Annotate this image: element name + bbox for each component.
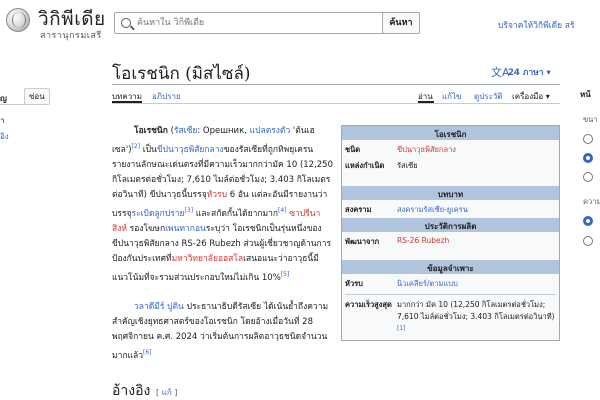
- toc-divider: [0, 104, 46, 105]
- page-title: โอเรชนิก (มิสไซล์): [112, 64, 251, 84]
- link-warhead[interactable]: หัวรบ: [207, 190, 227, 200]
- link-putin[interactable]: วลาดีมีร์ ปูติน: [134, 302, 184, 312]
- infobox-row-speed: ความเร็วสูงสุด มากกว่า มัค 10 (12,250 กิ…: [342, 297, 559, 340]
- ref-1[interactable]: [1]: [397, 325, 406, 332]
- text: เป็น: [140, 144, 157, 155]
- ref-5[interactable]: [5]: [281, 271, 290, 278]
- logo-subtitle: สารานุกรมเสรี: [40, 31, 102, 41]
- link-irbm[interactable]: ขีปนาวุธพิสัยกลาง: [157, 145, 224, 155]
- infobox-label: สงคราม: [345, 205, 372, 214]
- infobox-section-service: บทบาท: [342, 186, 559, 200]
- link-literal[interactable]: แปลตรงตัว: [250, 126, 291, 136]
- title-divider: [112, 84, 560, 85]
- infobox-row-developed: พัฒนาจาก RS-26 Rubezh: [342, 234, 559, 260]
- infobox-row-war: สงคราม สงครามรัสเซีย-ยูเครน: [342, 202, 559, 218]
- intro-paragraph: โอเรชนิก (รัสเซีย: Орешник, แปลตรงตัว 'ต…: [112, 124, 334, 285]
- language-button[interactable]: 24 ภาษา ▾: [508, 65, 551, 79]
- text: รองโฆษก: [126, 223, 166, 234]
- text-size-radio-small[interactable]: [583, 134, 593, 144]
- link-russian[interactable]: รัสเซีย: [174, 126, 197, 136]
- search-input[interactable]: [137, 15, 377, 31]
- link-cluster-bomb[interactable]: ระเบิดลูกปราย: [132, 209, 185, 219]
- tab-talk[interactable]: อภิปราย: [152, 90, 181, 103]
- text-size-radio-large[interactable]: [583, 172, 593, 182]
- infobox-link-war[interactable]: สงครามรัสเซีย-ยูเครน: [397, 204, 556, 216]
- link-oslo-university[interactable]: มหาวิทยาลัยออสโล: [172, 254, 243, 264]
- text: : Орешник,: [197, 126, 250, 136]
- appearance-heading: หน้: [580, 90, 591, 99]
- infobox-row-origin: แหล่งกำเนิด รัสเซีย: [342, 158, 559, 186]
- putin-paragraph: วลาดีมีร์ ปูติน ประธานาธิบดีรัสเซีย ได้เ…: [112, 300, 334, 364]
- ref-4[interactable]: [4]: [278, 207, 287, 214]
- infobox-link-type[interactable]: ขีปนาวุธพิสัยกลาง: [397, 144, 556, 156]
- tab-edit[interactable]: แก้ไข: [442, 90, 462, 103]
- tab-tools[interactable]: เครื่องมือ ▾: [512, 90, 550, 103]
- references-heading: อ้างอิง: [112, 383, 151, 399]
- infobox-label: แหล่งกำเนิด: [345, 161, 385, 170]
- infobox-label: หัวรบ: [345, 279, 363, 288]
- infobox-row-warhead: หัวรบ นิวเคลียร์/ตามแบบ: [342, 276, 559, 292]
- subject-bold: โอเรชนิก: [134, 126, 168, 136]
- infobox-title: โอเรชนิก: [342, 126, 559, 140]
- toc-item-references[interactable]: อิง: [0, 130, 9, 143]
- infobox-value: รัสเซีย: [397, 161, 418, 170]
- ref-3[interactable]: [3]: [185, 207, 194, 214]
- infobox-section-production: ประวัติการผลิต: [342, 218, 559, 232]
- wikipedia-logo-globe[interactable]: [6, 8, 30, 32]
- width-radio-wide[interactable]: [583, 236, 593, 246]
- infobox-row-type: ชนิด ขีปนาวุธพิสัยกลาง: [342, 142, 559, 158]
- infobox: โอเรชนิก ชนิด ขีปนาวุธพิสัยกลาง แหล่งกำเ…: [341, 125, 560, 341]
- infobox-section-specs: ข้อมูลจำเพาะ: [342, 260, 559, 274]
- width-radio-standard[interactable]: [583, 216, 593, 226]
- toc-hide-button[interactable]: ซ่อน: [24, 88, 50, 105]
- text: และสกัดกั้นได้ยากมาก: [193, 208, 279, 219]
- section-edit-link[interactable]: แก้: [162, 388, 172, 397]
- infobox-label: พัฒนาจาก: [345, 237, 380, 246]
- link-pentagon[interactable]: เพนทากอน: [165, 224, 206, 234]
- toc-item-intro[interactable]: ำ: [0, 114, 5, 127]
- search-box[interactable]: [114, 12, 384, 34]
- infobox-link-rs26[interactable]: RS-26 Rubezh: [397, 236, 556, 258]
- section-edit: [ แก้ ]: [156, 386, 177, 399]
- infobox-label: ชนิด: [345, 145, 361, 154]
- infobox-value: มากกว่า มัค 10 (12,250 กิโลเมตรต่อชั่วโม…: [397, 299, 556, 338]
- tabs-divider: [112, 103, 560, 104]
- donate-link[interactable]: บริจาคให้วิกิพีเดีย สร้: [498, 18, 575, 32]
- text-size-radio-standard[interactable]: [583, 153, 593, 163]
- speed-value: มากกว่า มัค 10 (12,250 กิโลเมตรต่อชั่วโม…: [397, 300, 555, 321]
- language-icon[interactable]: 文A: [491, 64, 510, 80]
- infobox-link-warhead[interactable]: นิวเคลียร์/ตามแบบ: [397, 278, 556, 290]
- search-button[interactable]: ค้นหา: [382, 12, 420, 34]
- bracket: ]: [171, 388, 178, 397]
- tab-history[interactable]: ดูประวัติ: [474, 90, 503, 103]
- infobox-divider: [345, 294, 556, 295]
- ref-6[interactable]: [6]: [143, 349, 152, 356]
- search-icon: [121, 18, 131, 28]
- ref-2[interactable]: [2]: [132, 143, 141, 150]
- width-label: ความ: [583, 197, 600, 206]
- infobox-label: ความเร็วสูงสุด: [345, 300, 392, 309]
- text-size-label: ขนา: [583, 115, 598, 124]
